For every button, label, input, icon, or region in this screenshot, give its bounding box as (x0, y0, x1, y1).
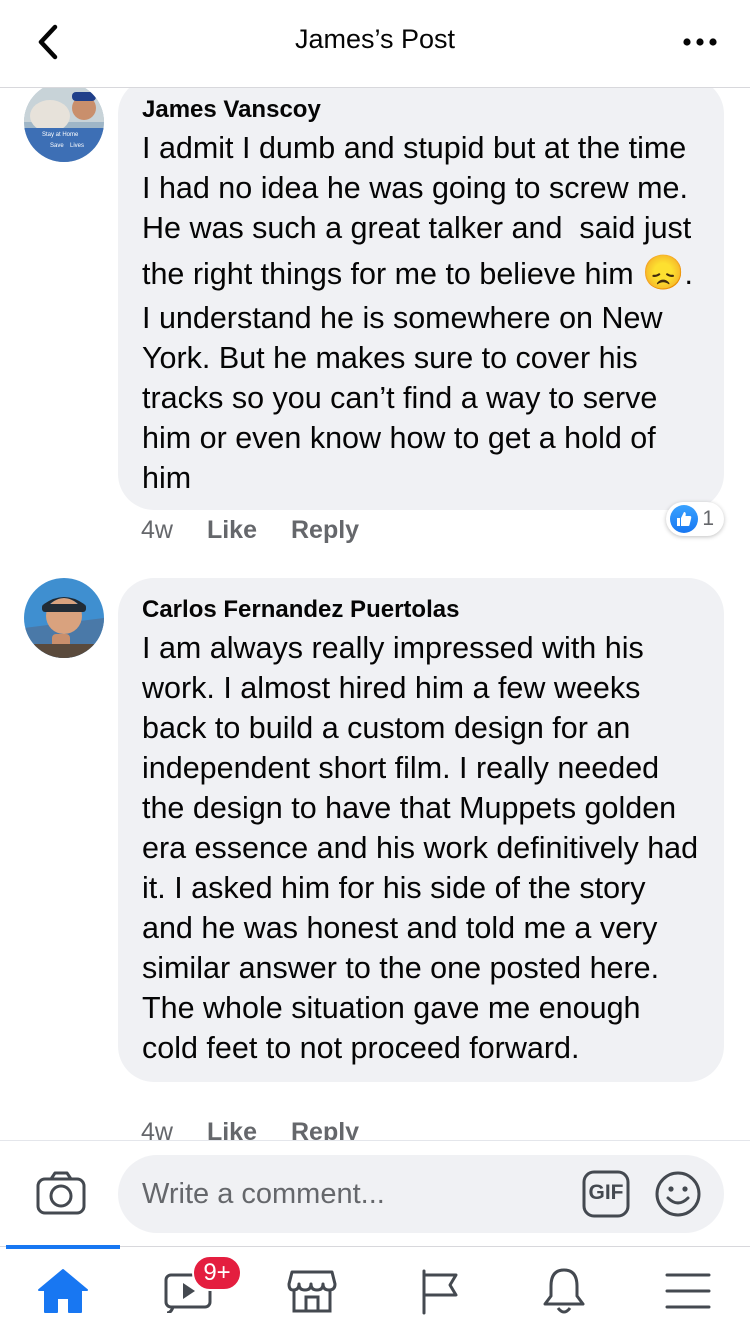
avatar[interactable]: Stay at Home Save Lives (24, 88, 104, 162)
comment-author[interactable]: Carlos Fernandez Puertolas (142, 592, 700, 628)
emoji-button[interactable] (654, 1170, 702, 1218)
reaction-summary[interactable]: 1 (666, 502, 724, 536)
comment-input[interactable]: Write a comment... (118, 1155, 724, 1233)
more-options-button[interactable] (678, 22, 722, 62)
avatar-image (24, 88, 104, 162)
avatar-image (24, 578, 104, 658)
storefront-icon (287, 1270, 337, 1313)
like-button[interactable]: Like (207, 516, 257, 545)
hamburger-menu-icon (665, 1273, 711, 1309)
page-title: James’s Post (294, 24, 456, 54)
comment-bubble[interactable]: James Vanscoy I admit I dumb and stupid … (118, 88, 724, 510)
tab-menu[interactable] (658, 1261, 718, 1321)
top-nav-bar: James’s Post (0, 0, 750, 88)
tab-home[interactable] (33, 1261, 93, 1321)
reply-button[interactable]: Reply (291, 1118, 359, 1140)
avatar[interactable] (24, 578, 104, 658)
avatar-frame-text: Stay at Home (42, 132, 79, 138)
tab-notifications[interactable] (534, 1261, 594, 1321)
camera-icon (36, 1171, 86, 1215)
comment-composer: Write a comment... (0, 1140, 750, 1246)
reply-button[interactable]: Reply (291, 516, 359, 545)
avatar-frame-text: Save (50, 143, 64, 149)
bell-icon (543, 1268, 585, 1314)
smiley-face-icon (655, 1171, 701, 1217)
more-dots-icon (683, 38, 717, 46)
avatar-frame-text: Lives (70, 143, 85, 149)
comment-author[interactable]: James Vanscoy (142, 92, 700, 128)
thumbs-up-icon (670, 505, 699, 533)
notification-badge: 9+ (192, 1255, 242, 1291)
reaction-count: 1 (702, 507, 714, 530)
comment-text: I am always really impressed with his wo… (142, 631, 707, 1065)
active-tab-indicator (6, 1245, 120, 1249)
like-button[interactable]: Like (207, 1118, 257, 1140)
camera-button[interactable] (36, 1171, 94, 1221)
comment-actions: 4w Like Reply (141, 1118, 359, 1140)
comment-text: I admit I dumb and stupid but at the tim… (142, 128, 700, 498)
comment-actions: 4w Like Reply (141, 516, 359, 545)
tab-marketplace[interactable] (282, 1261, 342, 1321)
comment-text-part: I admit I dumb and stupid but at the tim… (142, 131, 700, 291)
gif-label: GIF (588, 1181, 624, 1204)
comment-timestamp[interactable]: 4w (141, 516, 173, 545)
comment-input-placeholder: Write a comment... (142, 1177, 385, 1210)
home-icon (38, 1269, 88, 1313)
comments-feed[interactable]: Stay at Home Save Lives James Vanscoy I … (0, 88, 750, 1140)
tab-pages[interactable] (410, 1261, 470, 1321)
comment-text-part: . I understand he is somewhere on New Yo… (142, 257, 702, 495)
bottom-tab-bar: 9+ (0, 1245, 750, 1334)
gif-button[interactable]: GIF (582, 1170, 630, 1218)
comment-timestamp[interactable]: 4w (141, 1118, 173, 1140)
flag-icon (422, 1269, 458, 1315)
disappointed-face-emoji: 😞 (642, 254, 685, 292)
comment-bubble[interactable]: Carlos Fernandez Puertolas I am always r… (118, 578, 724, 1082)
